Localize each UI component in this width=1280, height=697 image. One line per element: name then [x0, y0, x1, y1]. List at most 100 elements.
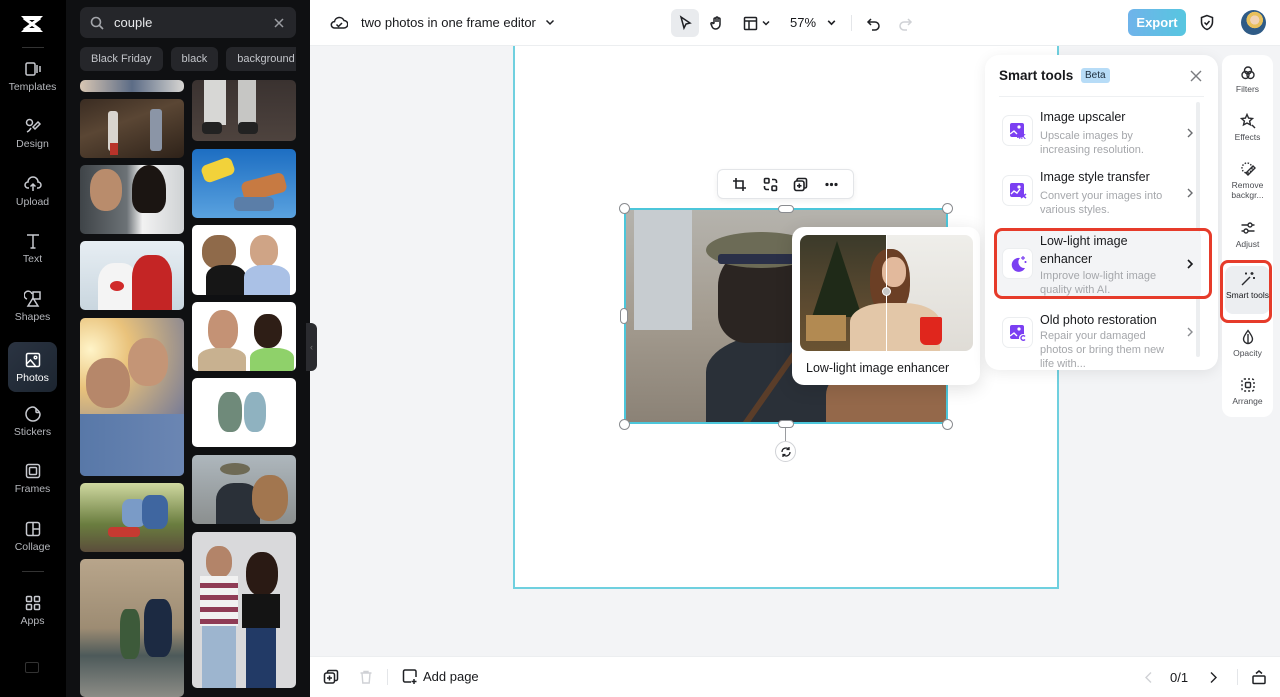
resize-handle-left[interactable]: [620, 308, 628, 324]
photo-thumbnail[interactable]: [192, 80, 296, 141]
tool-low-light-enhancer[interactable]: Low-light image enhancer Improve low-lig…: [995, 229, 1201, 299]
hand-icon: [710, 16, 721, 30]
photo-thumbnail[interactable]: [192, 532, 296, 688]
redo-icon: [898, 17, 912, 31]
nav-item-upload[interactable]: Upload: [8, 166, 57, 216]
capcut-logo-icon[interactable]: [18, 12, 46, 36]
rail-item-remove-background[interactable]: Remove backgr...: [1225, 161, 1270, 207]
shield-check-icon[interactable]: [1199, 14, 1215, 31]
tool-preview-card: Low-light image enhancer: [792, 227, 980, 385]
rail-label: Effects: [1234, 132, 1261, 142]
nav-label: Apps: [20, 614, 45, 627]
photo-thumbnail[interactable]: [80, 99, 184, 158]
effects-icon: [1239, 113, 1255, 129]
chip-background[interactable]: background: [226, 47, 296, 71]
photo-thumbnail[interactable]: [80, 80, 184, 92]
zoom-level[interactable]: 57%: [790, 15, 816, 30]
photo-thumbnail[interactable]: [192, 378, 296, 447]
nav-item-shapes[interactable]: Shapes: [8, 281, 57, 331]
previous-page-icon[interactable]: [1144, 671, 1154, 684]
crop-button[interactable]: [728, 173, 750, 195]
tool-old-photo-restoration[interactable]: Old photo restoration Repair your damage…: [995, 305, 1201, 371]
tool-image-upscaler[interactable]: 4K Image upscaler Upscale images by incr…: [995, 100, 1201, 166]
rail-item-opacity[interactable]: Opacity: [1225, 329, 1270, 365]
nav-item-photos[interactable]: Photos: [8, 342, 57, 392]
user-avatar[interactable]: [1241, 10, 1266, 35]
rail-item-adjust[interactable]: Adjust: [1225, 220, 1270, 256]
more-options-button[interactable]: [821, 173, 843, 195]
chip-black[interactable]: black: [170, 47, 219, 71]
add-page-button[interactable]: Add page: [402, 668, 479, 684]
photo-thumbnail[interactable]: [80, 483, 184, 552]
bottombar-divider: [1237, 669, 1238, 685]
redo-button[interactable]: [894, 9, 916, 37]
nav-rail: Templates Design Upload Text Shapes Phot…: [0, 0, 66, 697]
chevron-right-icon: [1187, 128, 1193, 138]
tool-name: Low-light image enhancer: [1040, 234, 1128, 266]
document-title[interactable]: two photos in one frame editor: [361, 15, 536, 30]
export-button[interactable]: Export: [1128, 9, 1186, 36]
chevron-down-icon[interactable]: [544, 16, 556, 28]
clear-search-icon[interactable]: [272, 16, 286, 30]
add-page-icon: [402, 669, 417, 684]
rotate-icon: [780, 446, 791, 457]
toolbar-divider: [851, 15, 852, 31]
keyboard-shortcuts-icon[interactable]: [25, 662, 39, 673]
add-page-label: Add page: [423, 668, 479, 684]
duplicate-page-icon[interactable]: [323, 669, 339, 685]
cursor-pointer-icon: [679, 15, 692, 31]
photo-thumbnail[interactable]: [80, 318, 184, 476]
bottom-bar: Add page 0/1: [310, 656, 1280, 697]
beta-badge: Beta: [1081, 68, 1110, 83]
resize-handle-top-right[interactable]: [942, 203, 953, 214]
undo-button[interactable]: [862, 9, 884, 37]
nav-label: Design: [16, 137, 49, 150]
resize-handle-bottom-left[interactable]: [619, 419, 630, 430]
tool-image-style-transfer[interactable]: Image style transfer Convert your images…: [995, 160, 1201, 226]
cloud-sync-icon[interactable]: [330, 14, 348, 32]
arrange-icon: [1240, 378, 1255, 392]
photo-thumbnail[interactable]: [192, 149, 296, 218]
select-tool-button[interactable]: [671, 9, 699, 37]
page-manager-icon[interactable]: [1251, 669, 1267, 685]
resize-handle-top[interactable]: [778, 205, 794, 213]
search-input[interactable]: [114, 15, 264, 30]
image-4k-icon: 4K: [1002, 115, 1033, 146]
photo-thumbnail[interactable]: [192, 225, 296, 295]
panel-divider: [999, 96, 1204, 97]
chip-black-friday[interactable]: Black Friday: [80, 47, 163, 71]
delete-page-icon[interactable]: [358, 669, 374, 685]
rail-item-effects[interactable]: Effects: [1225, 113, 1270, 149]
undo-icon: [866, 17, 880, 31]
nav-item-design[interactable]: Design: [8, 108, 57, 158]
nav-item-frames[interactable]: Frames: [8, 453, 57, 503]
replace-button[interactable]: [759, 173, 781, 195]
duplicate-button[interactable]: [790, 173, 812, 195]
nav-item-collage[interactable]: Collage: [8, 511, 57, 561]
photo-thumbnail[interactable]: [80, 559, 184, 697]
search-box[interactable]: [80, 7, 296, 38]
rail-item-filters[interactable]: Filters: [1225, 65, 1270, 101]
rail-item-arrange[interactable]: Arrange: [1225, 377, 1270, 413]
resize-handle-bottom-right[interactable]: [942, 419, 953, 430]
next-page-icon[interactable]: [1208, 671, 1218, 684]
crop-icon: [732, 177, 746, 191]
photo-thumbnail[interactable]: [80, 241, 184, 310]
resize-handle-top-left[interactable]: [619, 203, 630, 214]
rail-item-smart-tools[interactable]: Smart tools: [1225, 266, 1270, 314]
nav-item-templates[interactable]: Templates: [8, 51, 57, 101]
resize-handle-bottom[interactable]: [778, 420, 794, 428]
photo-thumbnail[interactable]: [80, 165, 184, 234]
nav-item-stickers[interactable]: Stickers: [8, 396, 57, 446]
suggestion-chips: Black Friday black background: [80, 47, 296, 71]
rotate-handle[interactable]: [775, 441, 796, 462]
photo-thumbnail[interactable]: [192, 455, 296, 524]
nav-item-apps[interactable]: Apps: [8, 585, 57, 635]
zoom-chevron-down-icon[interactable]: [826, 17, 837, 28]
hand-tool-button[interactable]: [703, 9, 731, 37]
nav-item-text[interactable]: Text: [8, 223, 57, 273]
close-icon[interactable]: [1189, 69, 1203, 83]
collapse-panel-button[interactable]: ‹: [306, 323, 317, 371]
layout-menu-button[interactable]: [738, 9, 776, 37]
photo-thumbnail[interactable]: [192, 302, 296, 371]
